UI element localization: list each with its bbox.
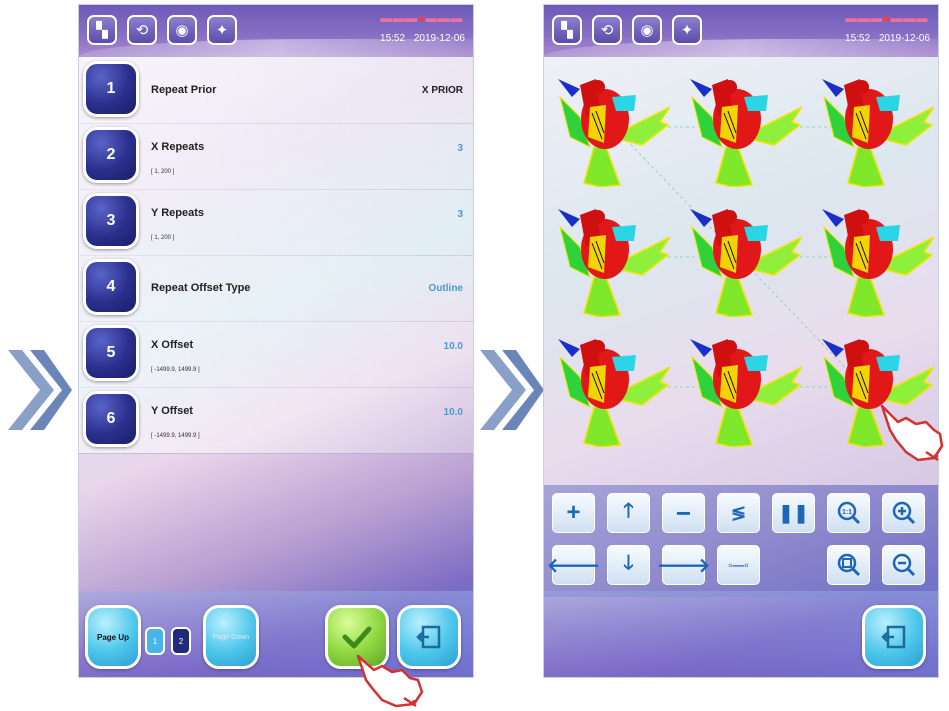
pattern-motif bbox=[557, 78, 670, 187]
arrow-left-icon: 🡐 bbox=[546, 554, 601, 577]
zoom-1-1-icon: 1:1 bbox=[837, 501, 860, 525]
pattern-motif bbox=[557, 338, 670, 447]
row-number-button[interactable]: 3 bbox=[83, 193, 139, 249]
link-icon: ▫—▫ bbox=[728, 558, 749, 572]
control-pad: + 🡑 − ≶ ❚❚ 1:1 🡐 🡓 🡒 ▫—▫ bbox=[544, 485, 938, 597]
pause-icon: ❚❚ bbox=[778, 502, 809, 523]
row-number-button[interactable]: 1 bbox=[83, 61, 139, 117]
checkmark-icon bbox=[342, 626, 372, 649]
date: 2019-12-06 bbox=[878, 33, 930, 44]
rotate-icon[interactable]: ◉ bbox=[632, 15, 662, 45]
stitch-icon: ≶ bbox=[730, 502, 747, 523]
move-right-button[interactable]: 🡒 bbox=[657, 545, 710, 585]
repeat-icon[interactable]: ⟲ bbox=[592, 15, 622, 45]
setting-label: Repeat Offset Type bbox=[151, 282, 251, 294]
top-bar: ▚ ⟲ ◉ ✦ ▬▬▬●▬▬▬ 15:52 2019-12-06 bbox=[79, 5, 473, 57]
plus-icon: + bbox=[566, 499, 581, 526]
move-up-button[interactable]: 🡑 bbox=[607, 493, 650, 533]
exit-icon bbox=[416, 625, 441, 649]
zoom-fit-button[interactable] bbox=[827, 545, 870, 585]
setting-label: X Offset bbox=[151, 339, 194, 351]
date: 2019-12-06 bbox=[413, 33, 465, 44]
setting-row[interactable]: 6 Y Offset [ -1499.9, 1499.9 ] 10.0 bbox=[79, 387, 473, 454]
datetime: 15:52 2019-12-06 bbox=[839, 33, 930, 44]
setting-label: Y Offset bbox=[151, 405, 193, 417]
lightbulb-icon[interactable]: ✦ bbox=[672, 15, 702, 45]
page-up-button[interactable]: Page Up bbox=[85, 605, 141, 669]
exit-icon bbox=[881, 625, 906, 649]
stitch-button[interactable]: ≶ bbox=[717, 493, 760, 533]
time: 15:52 bbox=[845, 33, 871, 44]
move-down-button[interactable]: 🡓 bbox=[607, 545, 650, 585]
setting-value[interactable]: 10.0 bbox=[444, 407, 463, 418]
row-number-button[interactable]: 4 bbox=[83, 259, 139, 315]
setting-row[interactable]: 3 Y Repeats [ 1, 200 ] 3 bbox=[79, 189, 473, 256]
zoom-out-button[interactable] bbox=[882, 545, 925, 585]
setting-range: [ -1499.9, 1499.9 ] bbox=[151, 433, 200, 439]
move-left-button[interactable]: 🡐 bbox=[547, 545, 600, 585]
setting-range: [ -1499.9, 1499.9 ] bbox=[151, 367, 200, 373]
pattern-motif bbox=[557, 208, 670, 317]
hand-pointer-icon bbox=[356, 654, 424, 708]
setting-value[interactable]: 10.0 bbox=[444, 341, 463, 352]
step-arrow-icon bbox=[8, 350, 72, 430]
minus-icon: − bbox=[675, 497, 692, 528]
repeat-settings-screen: ▚ ⟲ ◉ ✦ ▬▬▬●▬▬▬ 15:52 2019-12-06 1 Repea… bbox=[78, 4, 474, 678]
pattern-motif bbox=[689, 338, 802, 447]
hand-pointer-icon bbox=[880, 404, 944, 462]
row-number-button[interactable]: 6 bbox=[83, 391, 139, 447]
layers-icon[interactable]: ▚ bbox=[87, 15, 117, 45]
pattern-motif bbox=[689, 78, 802, 187]
zoom-out-icon bbox=[892, 553, 915, 577]
link-button[interactable]: ▫—▫ bbox=[717, 545, 760, 585]
page-down-button[interactable]: Page Down bbox=[203, 605, 259, 669]
setting-range: [ 1, 200 ] bbox=[151, 235, 175, 241]
setting-range: [ 1, 200 ] bbox=[151, 169, 175, 175]
setting-row[interactable]: 2 X Repeats [ 1, 200 ] 3 bbox=[79, 123, 473, 190]
layers-icon[interactable]: ▚ bbox=[552, 15, 582, 45]
zoom-in-icon bbox=[892, 501, 915, 525]
top-bar: ▚ ⟲ ◉ ✦ ▬▬▬●▬▬▬ 15:52 2019-12-06 bbox=[544, 5, 938, 57]
setting-label: Y Repeats bbox=[151, 207, 204, 219]
time: 15:52 bbox=[380, 33, 406, 44]
arrow-down-icon: 🡓 bbox=[623, 552, 634, 574]
setting-row[interactable]: 4 Repeat Offset Type Outline bbox=[79, 255, 473, 322]
minus-button[interactable]: − bbox=[662, 493, 705, 533]
setting-value[interactable]: 3 bbox=[457, 143, 463, 154]
arrow-right-icon: 🡒 bbox=[656, 554, 711, 577]
setting-value[interactable]: Outline bbox=[429, 283, 463, 294]
step-arrow-icon bbox=[480, 350, 544, 430]
pattern-motif bbox=[821, 78, 934, 187]
setting-value[interactable]: 3 bbox=[457, 209, 463, 220]
plus-button[interactable]: + bbox=[552, 493, 595, 533]
brand-logo: ▬▬▬●▬▬▬ bbox=[380, 11, 463, 25]
pattern-preview-screen: ▚ ⟲ ◉ ✦ ▬▬▬●▬▬▬ 15:52 2019-12-06 + 🡑 − ≶… bbox=[543, 4, 939, 678]
setting-row[interactable]: 5 X Offset [ -1499.9, 1499.9 ] 10.0 bbox=[79, 321, 473, 388]
row-number-button[interactable]: 2 bbox=[83, 127, 139, 183]
rotate-icon[interactable]: ◉ bbox=[167, 15, 197, 45]
arrow-up-icon: 🡑 bbox=[623, 500, 634, 522]
lightbulb-icon[interactable]: ✦ bbox=[207, 15, 237, 45]
row-number-button[interactable]: 5 bbox=[83, 325, 139, 381]
svg-text:1:1: 1:1 bbox=[841, 509, 851, 516]
page-number-current[interactable]: 2 bbox=[171, 627, 191, 655]
setting-label: Repeat Prior bbox=[151, 84, 217, 96]
pause-button[interactable]: ❚❚ bbox=[772, 493, 815, 533]
repeat-icon[interactable]: ⟲ bbox=[127, 15, 157, 45]
setting-label: X Repeats bbox=[151, 141, 205, 153]
page-number[interactable]: 1 bbox=[145, 627, 165, 655]
zoom-in-button[interactable] bbox=[882, 493, 925, 533]
back-button[interactable] bbox=[862, 605, 926, 669]
datetime: 15:52 2019-12-06 bbox=[374, 33, 465, 44]
zoom-actual-button[interactable]: 1:1 bbox=[827, 493, 870, 533]
zoom-fit-icon bbox=[837, 553, 860, 577]
brand-logo: ▬▬▬●▬▬▬ bbox=[845, 11, 928, 25]
pattern-motif bbox=[821, 208, 934, 317]
pattern-motif bbox=[689, 208, 802, 317]
setting-row[interactable]: 1 Repeat Prior X PRIOR bbox=[79, 57, 473, 124]
setting-value[interactable]: X PRIOR bbox=[422, 85, 463, 96]
